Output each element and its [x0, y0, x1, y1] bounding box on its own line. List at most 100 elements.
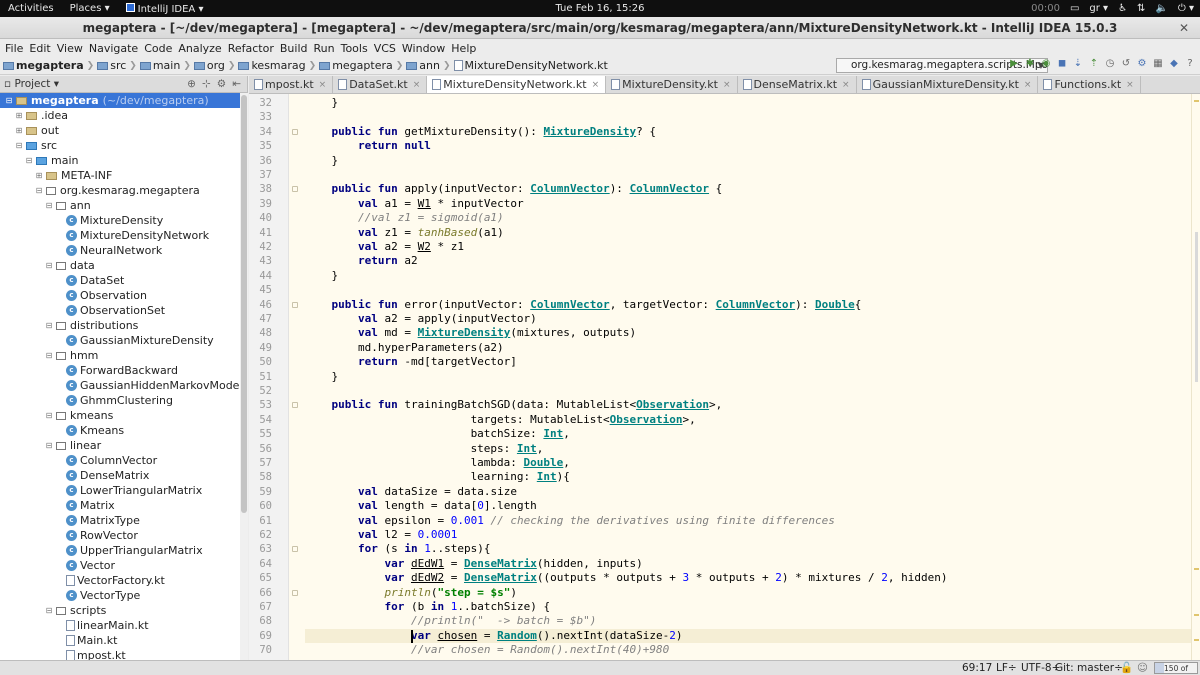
breadcrumb-file[interactable]: MixtureDensityNetwork.kt	[453, 59, 608, 72]
breadcrumb-src[interactable]: src ❯	[97, 59, 140, 72]
tree-item[interactable]: c UpperTriangularMatrix	[0, 543, 203, 558]
code-line[interactable]: return -md[targetVector]	[305, 355, 517, 369]
collapse-icon[interactable]: ⊟	[44, 258, 54, 273]
tree-item[interactable]: ⊟ main	[0, 153, 79, 168]
code-line[interactable]: val a1 = W1 * inputVector	[305, 197, 524, 211]
fold-gutter[interactable]	[289, 94, 301, 660]
tree-item[interactable]: c VectorType	[0, 588, 140, 603]
fold-marker-icon[interactable]	[292, 589, 298, 596]
code-line[interactable]: //val z1 = sigmoid(a1)	[305, 211, 504, 225]
code-line[interactable]: val md = MixtureDensity(mixtures, output…	[305, 326, 636, 340]
editor-tab[interactable]: DenseMatrix.kt ×	[738, 76, 857, 93]
tree-item[interactable]: c RowVector	[0, 528, 138, 543]
run-icon[interactable]: ▶	[1008, 58, 1020, 70]
settings-icon[interactable]: ⚙	[1136, 58, 1148, 70]
code-line[interactable]: var dEdW2 = DenseMatrix((outputs * outpu…	[305, 571, 947, 585]
tree-item[interactable]: ⊟ distributions	[0, 318, 139, 333]
code-line[interactable]: targets: MutableList<Observation>,	[305, 413, 696, 427]
tree-item[interactable]: mpost.kt	[0, 648, 126, 660]
sync-icon[interactable]: ⊕	[187, 76, 196, 92]
git-branch[interactable]: Git: master÷	[1055, 661, 1123, 675]
close-tab-icon[interactable]: ×	[592, 77, 600, 93]
coverage-icon[interactable]: ◉	[1040, 58, 1052, 70]
line-number-gutter[interactable]: 32 33 34 35 36 37 38 39 40 41 42 43 44 45 46 47 48 49 50 51…	[249, 94, 289, 660]
activities-button[interactable]: Activities	[0, 3, 62, 14]
tree-item[interactable]: ⊞ META-INF	[0, 168, 113, 183]
breadcrumb-kesmarag[interactable]: kesmarag ❯	[238, 59, 319, 72]
menu-analyze[interactable]: Analyze	[175, 42, 224, 55]
tree-item[interactable]: c ColumnVector	[0, 453, 157, 468]
line-separator[interactable]: LF÷	[996, 661, 1017, 675]
menu-vcs[interactable]: VCS	[371, 42, 399, 55]
tree-item[interactable]: c Matrix	[0, 498, 115, 513]
places-menu[interactable]: Places ▾	[62, 3, 118, 14]
tree-item[interactable]: ⊟ linear	[0, 438, 101, 453]
code-line[interactable]: }	[305, 96, 338, 110]
close-tab-icon[interactable]: ×	[842, 77, 850, 93]
close-window-icon[interactable]: ✕	[1176, 20, 1192, 36]
code-line[interactable]: public fun error(inputVector: ColumnVect…	[305, 298, 862, 312]
expand-icon[interactable]: ⊞	[14, 108, 24, 123]
code-line[interactable]: var dEdW1 = DenseMatrix(hidden, inputs)	[305, 557, 642, 571]
collapse-icon[interactable]: ⊟	[44, 198, 54, 213]
menu-build[interactable]: Build	[277, 42, 311, 55]
attach-icon[interactable]: ◼	[1056, 58, 1068, 70]
expand-icon[interactable]: ⊞	[34, 168, 44, 183]
fold-marker-icon[interactable]	[292, 128, 298, 135]
menu-tools[interactable]: Tools	[338, 42, 371, 55]
code-line[interactable]: md.hyperParameters(a2)	[305, 341, 504, 355]
tree-item[interactable]: ⊟ scripts	[0, 603, 107, 618]
tree-item[interactable]: ⊞ out	[0, 123, 59, 138]
tree-item[interactable]: c NeuralNetwork	[0, 243, 162, 258]
user-menu[interactable]: gr ▾	[1089, 3, 1108, 14]
vcs-commit-icon[interactable]: ⇡	[1088, 58, 1100, 70]
collapse-icon[interactable]: ⊟	[34, 183, 44, 198]
project-panel-header[interactable]: ▫ Project ▾ ⊕ ⊹ ⚙ ⇤	[0, 76, 248, 93]
project-root-node[interactable]: ⊟ megaptera (~/dev/megaptera)	[0, 93, 240, 108]
tree-item[interactable]: ⊞ .idea	[0, 108, 68, 123]
menu-file[interactable]: File	[2, 42, 26, 55]
power-icon[interactable]: ⏻ ▾	[1178, 3, 1194, 14]
code-line[interactable]: for (b in 1..batchSize) {	[305, 600, 550, 614]
collapse-icon[interactable]: ⊟	[44, 408, 54, 423]
project-tree-scrollbar[interactable]	[240, 93, 248, 660]
code-line[interactable]: return a2	[305, 254, 418, 268]
fold-marker-icon[interactable]	[292, 186, 298, 193]
warning-marker[interactable]	[1194, 568, 1199, 570]
code-line[interactable]: }	[305, 370, 338, 384]
timer-indicator[interactable]: 00:00	[1031, 3, 1060, 14]
breadcrumb-megaptera-pkg[interactable]: megaptera ❯	[319, 59, 406, 72]
volume-icon[interactable]: 🔈	[1155, 3, 1167, 14]
tree-item[interactable]: c GaussianHiddenMarkovModel	[0, 378, 243, 393]
tree-item[interactable]: c Vector	[0, 558, 115, 573]
breadcrumb-main[interactable]: main ❯	[139, 59, 194, 72]
menu-refactor[interactable]: Refactor	[225, 42, 277, 55]
history-icon[interactable]: ◷	[1104, 58, 1116, 70]
inspector-icon[interactable]: ☺	[1137, 661, 1148, 675]
breadcrumb-org[interactable]: org ❯	[193, 59, 239, 72]
menu-help[interactable]: Help	[448, 42, 479, 55]
collapse-icon[interactable]: ⊟	[44, 318, 54, 333]
project-tree[interactable]: ⊟ megaptera (~/dev/megaptera) ⊞ .idea ⊞ out ⊟ sr…	[0, 93, 248, 660]
tree-item[interactable]: ⊟ data	[0, 258, 95, 273]
tree-item[interactable]: c DataSet	[0, 273, 124, 288]
code-line[interactable]: println("step = $s")	[305, 586, 516, 600]
screen-icon[interactable]: ▭	[1070, 3, 1079, 14]
menu-code[interactable]: Code	[141, 42, 175, 55]
tree-item[interactable]: c DenseMatrix	[0, 468, 149, 483]
scrollbar-thumb[interactable]	[1195, 232, 1198, 382]
code-line[interactable]: var chosen = Random().nextInt(dataSize-2…	[305, 628, 1191, 644]
tree-item[interactable]: ⊟ hmm	[0, 348, 99, 363]
editor-tab[interactable]: GaussianMixtureDensity.kt ×	[857, 76, 1039, 93]
fold-marker-icon[interactable]	[292, 301, 298, 308]
tree-item[interactable]: c MixtureDensityNetwork	[0, 228, 209, 243]
code-line[interactable]: val z1 = tanhBased(a1)	[305, 226, 504, 240]
code-line[interactable]: learning: Int){	[305, 470, 570, 484]
sdk-icon[interactable]: ◆	[1168, 58, 1180, 70]
tree-item[interactable]: VectorFactory.kt	[0, 573, 165, 588]
editor-tab[interactable]: MixtureDensity.kt ×	[606, 76, 738, 93]
collapse-icon[interactable]: ⊟	[44, 438, 54, 453]
scrollbar-thumb[interactable]	[241, 95, 247, 513]
warning-marker[interactable]	[1194, 100, 1199, 102]
code-line[interactable]: val l2 = 0.0001	[305, 528, 457, 542]
